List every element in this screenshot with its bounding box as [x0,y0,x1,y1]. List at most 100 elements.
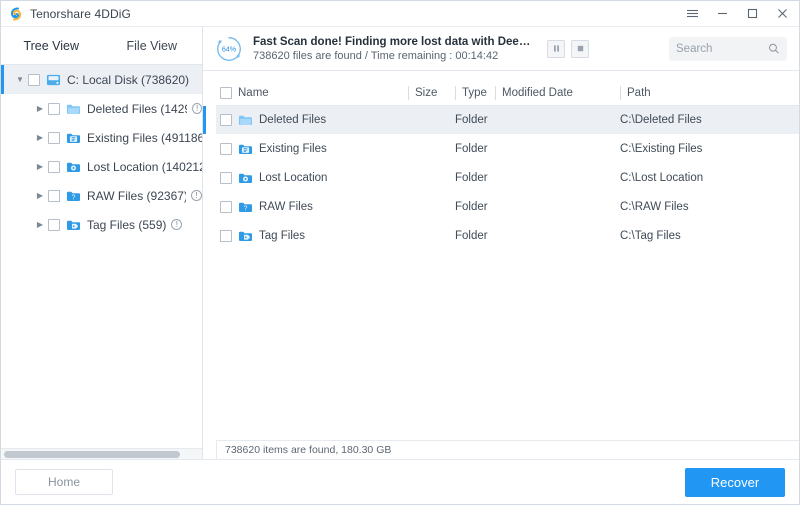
raw-folder-icon: ? [238,202,253,212]
tree-view-list: ▼ C: Local Disk (738620) ▶ Deleted Files… [1,65,202,448]
tree-item-checkbox[interactable] [48,160,60,173]
window-controls [677,1,797,26]
row-modified-date [495,192,620,221]
svg-text:?: ? [244,205,248,212]
tree-item-label: RAW Files (92367) [87,188,187,203]
tree-item-checkbox[interactable] [48,102,60,115]
row-checkbox[interactable] [220,200,232,213]
app-title: Tenorshare 4DDiG [30,6,131,21]
menu-icon[interactable] [677,1,707,26]
row-checkbox[interactable] [220,229,232,242]
scrollbar-thumb[interactable] [4,451,180,458]
search-input[interactable] [676,42,769,55]
row-checkbox[interactable] [220,171,232,184]
window-body: Tree View File View ▼ C: Local Disk (738… [1,27,799,459]
table-row[interactable]: Deleted Files Folder C:\Deleted Files [203,105,799,134]
chevron-down-icon[interactable]: ▼ [12,75,28,84]
tree-item-tag-files[interactable]: ▶ Tag Files (559) ! [1,210,202,239]
tree-item-label: Deleted Files (14296) [87,101,187,116]
sidebar-horizontal-scrollbar[interactable] [1,448,202,459]
chevron-right-icon[interactable]: ▶ [32,220,48,229]
warning-icon: ! [192,103,202,114]
row-type: Folder [455,229,488,242]
row-type: Folder [455,200,488,213]
row-name: Tag Files [259,229,306,242]
tree-item-raw-files[interactable]: ▶ ? RAW Files (92367) ! [1,181,202,210]
column-header-size[interactable]: Size [408,81,455,106]
column-header-type[interactable]: Type [455,81,495,106]
table-row[interactable]: Lost Location Folder C:\Lost Location [216,163,799,192]
column-header-name[interactable]: Name [216,81,408,106]
chevron-right-icon[interactable]: ▶ [32,133,48,142]
tree-item-deleted-files[interactable]: ▶ Deleted Files (14296) ! [1,94,202,123]
home-button[interactable]: Home [15,469,113,495]
tree-item-label: C: Local Disk (738620) [67,72,190,87]
table-row[interactable]: Tag Files Folder C:\Tag Files [216,221,799,250]
disk-icon [46,74,61,85]
warning-icon: ! [171,219,183,230]
row-modified-date [495,221,620,250]
file-table: Name Size Type Modified Date Path Delete… [203,81,799,250]
row-size [408,221,455,250]
row-type: Folder [455,171,488,184]
table-row[interactable]: ? RAW Files Folder C:\RAW Files [216,192,799,221]
recover-button[interactable]: Recover [685,467,785,497]
footer-bar: Home Recover [1,459,799,504]
scan-subline: 738620 files are found / Time remaining … [253,49,499,62]
tab-file-view[interactable]: File View [101,27,202,64]
deleted-folder-icon [238,115,253,125]
lost-location-folder-icon [66,162,81,172]
column-header-name-label: Name [238,86,269,99]
stop-button[interactable] [571,39,589,58]
existing-folder-icon [66,133,81,143]
close-icon[interactable] [767,1,797,26]
minimize-icon[interactable] [707,1,737,26]
tree-item-lost-location[interactable]: ▶ Lost Location (140212) [1,152,202,181]
pause-button[interactable] [547,39,565,58]
scan-progress-ring: 64% [217,36,241,61]
title-bar: Tenorshare 4DDiG [1,1,799,27]
tag-folder-icon [238,231,253,241]
tree-item-existing-files[interactable]: ▶ Existing Files (491186) [1,123,202,152]
row-name: Lost Location [259,171,328,184]
tree-item-checkbox[interactable] [48,131,60,144]
row-type: Folder [455,142,488,155]
tree-item-checkbox[interactable] [48,218,60,231]
tree-item-label: Existing Files (491186) [87,130,202,145]
row-checkbox[interactable] [220,113,232,126]
tab-tree-view[interactable]: Tree View [1,27,102,64]
row-checkbox[interactable] [220,142,232,155]
table-row[interactable]: Existing Files Folder C:\Existing Files [216,134,799,163]
scan-percent-label: 64% [222,45,237,53]
chevron-right-icon[interactable]: ▶ [32,162,48,171]
column-header-modified-date[interactable]: Modified Date [495,81,620,106]
tree-item-checkbox[interactable] [28,73,40,86]
row-size [408,134,455,163]
lost-location-folder-icon [238,173,253,183]
search-box[interactable] [669,36,787,61]
search-icon[interactable] [768,42,780,55]
deleted-folder-icon [66,104,81,114]
row-name: RAW Files [259,200,313,213]
existing-folder-icon [238,144,253,154]
raw-folder-icon: ? [66,191,81,201]
row-name: Existing Files [259,142,327,155]
maximize-icon[interactable] [737,1,767,26]
tree-item-label: Lost Location (140212) [87,159,202,174]
chevron-right-icon[interactable]: ▶ [32,104,48,113]
scan-headline: Fast Scan done! Finding more lost data w… [253,35,533,48]
tree-item-local-disk[interactable]: ▼ C: Local Disk (738620) [1,65,202,94]
tab-tree-view-label: Tree View [23,38,80,53]
column-header-path[interactable]: Path [620,81,799,106]
row-modified-date [495,105,620,134]
select-all-checkbox[interactable] [220,86,232,99]
sidebar-tabs: Tree View File View [1,27,202,65]
tree-item-checkbox[interactable] [48,189,60,202]
scan-status-bar: 64% Fast Scan done! Finding more lost da… [203,27,799,71]
tab-file-view-label: File View [126,38,177,53]
pause-icon [553,45,559,52]
row-size [408,105,455,134]
svg-text:?: ? [72,194,76,201]
row-modified-date [495,163,620,192]
chevron-right-icon[interactable]: ▶ [32,191,48,200]
